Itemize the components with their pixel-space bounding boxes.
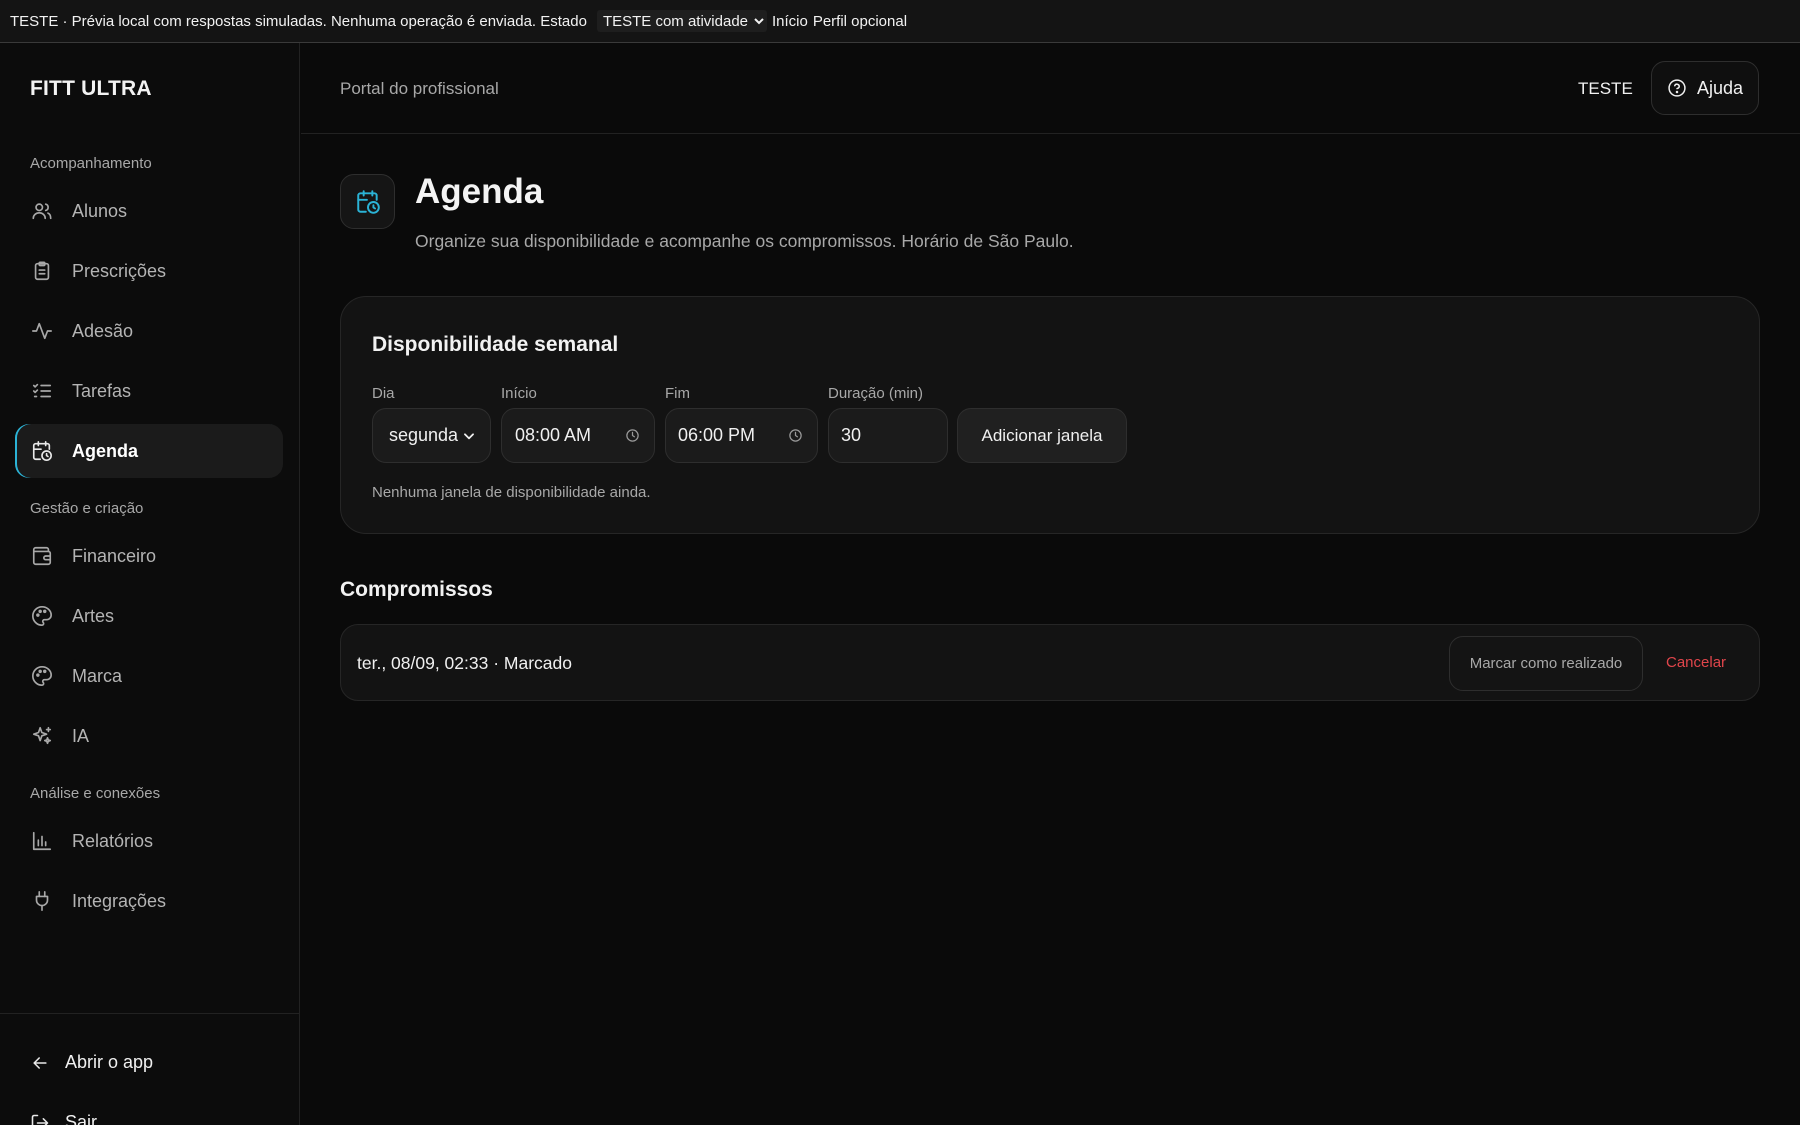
sidebar-item-label: Agenda <box>72 440 139 461</box>
availability-empty-note: Nenhuma janela de disponibilidade ainda. <box>372 484 651 501</box>
logout-icon <box>30 1113 50 1125</box>
end-label: Fim <box>665 385 690 402</box>
clock-icon <box>625 428 640 443</box>
appointment-row: ter., 08/09, 02:33 · Marcado Marcar como… <box>340 624 1760 701</box>
bar-chart-icon <box>31 830 53 852</box>
start-time-input[interactable]: 08:00 AM <box>501 408 655 463</box>
appointment-text: ter., 08/09, 02:33 · Marcado <box>357 653 572 673</box>
sidebar-item-label: IA <box>72 725 90 746</box>
availability-title: Disponibilidade semanal <box>372 333 619 356</box>
section-label-analise: Análise e conexões <box>30 785 161 802</box>
sidebar-item-label: Marca <box>72 665 123 686</box>
sidebar: FITT ULTRA Acompanhamento Alunos Prescri… <box>0 43 300 1125</box>
appointments-title: Compromissos <box>340 578 493 601</box>
sidebar-item-label: Artes <box>72 605 115 626</box>
state-select[interactable]: TESTE com atividade <box>596 10 767 32</box>
end-time-input[interactable]: 06:00 PM <box>665 408 818 463</box>
sidebar-item-label: Relatórios <box>72 830 154 851</box>
sidebar-item-integracoes[interactable]: Integrações <box>15 874 283 928</box>
duration-value: 30 <box>841 425 862 445</box>
sidebar-item-financeiro[interactable]: Financeiro <box>15 529 283 583</box>
palette-icon <box>31 605 53 627</box>
clock-icon <box>788 428 803 443</box>
palette-icon <box>31 665 53 687</box>
sidebar-item-label: Adesão <box>72 320 134 341</box>
day-label: Dia <box>372 385 395 402</box>
start-label: Início <box>501 385 537 402</box>
help-circle-icon <box>1667 78 1687 98</box>
sidebar-item-label: Integrações <box>72 890 167 911</box>
page-calendar-icon <box>340 174 395 229</box>
banner-text: TESTE · Prévia local com respostas simul… <box>10 12 587 30</box>
test-badge: TESTE <box>1578 79 1633 98</box>
top-header: Portal do profissional TESTE Ajuda <box>301 43 1800 134</box>
sidebar-item-artes[interactable]: Artes <box>15 589 283 643</box>
sidebar-item-label: Alunos <box>72 200 128 221</box>
arrow-left-icon <box>30 1053 50 1073</box>
end-time-value: 06:00 PM <box>678 425 756 445</box>
sidebar-footer: Abrir o app Sair <box>0 1013 300 1125</box>
wallet-icon <box>31 545 53 567</box>
sidebar-item-marca[interactable]: Marca <box>15 649 283 703</box>
section-label-acompanhamento: Acompanhamento <box>30 155 152 172</box>
page-title: Agenda <box>415 172 544 211</box>
page-subtitle: Organize sua disponibilidade e acompanhe… <box>415 231 1074 251</box>
sidebar-item-alunos[interactable]: Alunos <box>15 184 283 238</box>
open-app-link[interactable]: Abrir o app <box>30 1052 153 1073</box>
help-button[interactable]: Ajuda <box>1651 61 1759 115</box>
sidebar-item-prescricoes[interactable]: Prescrições <box>15 244 283 298</box>
brand-logo-text: FITT ULTRA <box>30 77 152 100</box>
sidebar-item-label: Tarefas <box>72 380 132 401</box>
open-app-label: Abrir o app <box>65 1052 154 1072</box>
chevron-down-icon <box>462 429 476 443</box>
add-window-button[interactable]: Adicionar janela <box>957 408 1127 463</box>
section-label-gestao: Gestão e criação <box>30 500 144 517</box>
help-label: Ajuda <box>1696 77 1744 98</box>
sidebar-item-label: Financeiro <box>72 545 157 566</box>
activity-icon <box>31 320 53 342</box>
cancel-appointment-button[interactable]: Cancelar <box>1666 654 1726 671</box>
users-icon <box>31 200 53 222</box>
start-time-value: 08:00 AM <box>515 425 592 445</box>
clipboard-icon <box>31 260 53 282</box>
sidebar-item-ia[interactable]: IA <box>15 709 283 763</box>
day-select[interactable]: segunda <box>372 408 491 463</box>
sidebar-item-tarefas[interactable]: Tarefas <box>15 364 283 418</box>
sparkles-icon <box>31 725 53 747</box>
banner-link-inicio[interactable]: Início <box>772 13 808 30</box>
sidebar-item-agenda[interactable]: Agenda <box>15 424 283 478</box>
portal-title: Portal do profissional <box>340 79 499 98</box>
list-checks-icon <box>31 380 53 402</box>
sidebar-item-relatorios[interactable]: Relatórios <box>15 814 283 868</box>
sidebar-item-label: Prescrições <box>72 260 167 281</box>
mark-done-button[interactable]: Marcar como realizado <box>1449 636 1643 691</box>
logout-label: Sair <box>65 1112 98 1125</box>
test-banner: TESTE · Prévia local com respostas simul… <box>0 0 1800 43</box>
calendar-clock-icon <box>31 440 53 462</box>
banner-link-perfil[interactable]: Perfil opcional <box>813 13 907 30</box>
plug-icon <box>31 890 53 912</box>
day-select-value: segunda <box>389 425 459 445</box>
duration-input[interactable]: 30 <box>828 408 948 463</box>
logout-link[interactable]: Sair <box>30 1112 97 1125</box>
duration-label: Duração (min) <box>828 385 924 402</box>
sidebar-item-adesao[interactable]: Adesão <box>15 304 283 358</box>
availability-card: Disponibilidade semanal Dia segunda Iníc… <box>340 296 1760 534</box>
